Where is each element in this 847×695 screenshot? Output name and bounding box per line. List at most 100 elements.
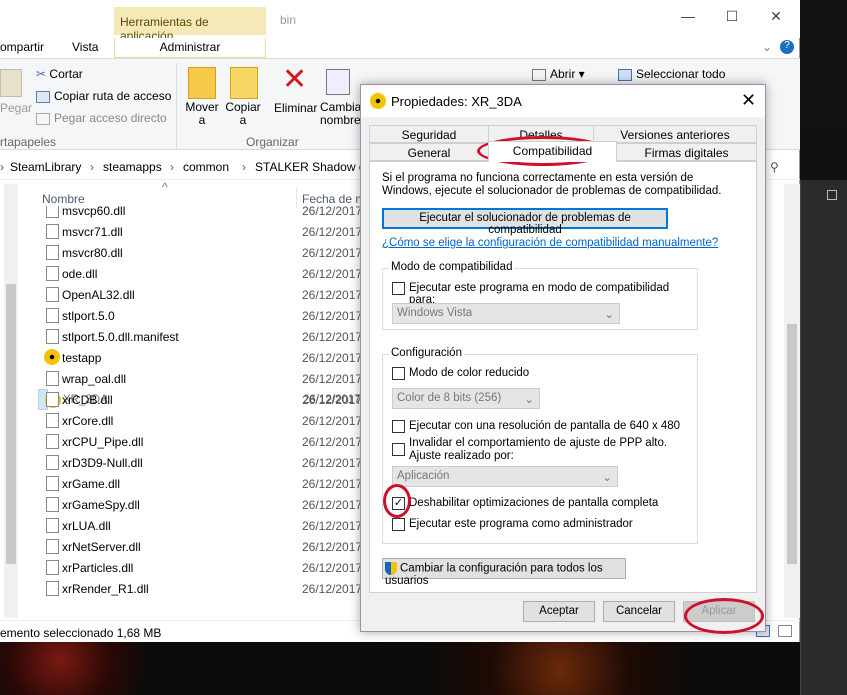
nav-pane-scrollbar[interactable]	[4, 184, 18, 618]
file-row[interactable]: wrap_oal.dll 26/12/2017	[38, 368, 362, 389]
breadcrumb-stalker[interactable]: STALKER Shadow of	[255, 160, 369, 174]
tab-security[interactable]: Seguridad	[369, 125, 489, 143]
file-row[interactable]: msvcp60.dll 26/12/2017	[38, 206, 362, 221]
breadcrumb-steamapps[interactable]: steamapps	[103, 160, 162, 174]
file-icon	[46, 308, 59, 323]
close-icon[interactable]: ✕	[766, 8, 786, 28]
rename-button[interactable]: Cambiar nombre	[320, 101, 365, 127]
file-row[interactable]: xrCPU_Pipe.dll 26/12/2017	[38, 431, 362, 452]
file-row[interactable]: msvcr71.dll 26/12/2017	[38, 221, 362, 242]
change-all-users-button[interactable]: Cambiar la configuración para todos los …	[382, 558, 626, 587]
file-icon	[46, 329, 59, 344]
rename-icon	[326, 69, 350, 95]
paste-button[interactable]: Pegar	[0, 101, 32, 115]
file-row[interactable]: xrParticles.dll 26/12/2017	[38, 557, 362, 578]
file-row[interactable]: xrGame.dll 26/12/2017	[38, 473, 362, 494]
tab-general[interactable]: General	[369, 143, 489, 161]
tab-previous-versions[interactable]: Versiones anteriores	[593, 125, 757, 143]
file-row[interactable]: stlport.5.0 26/12/2017	[38, 305, 362, 326]
file-row[interactable]: xrRender_R1.dll 26/12/2017	[38, 578, 362, 599]
file-name: stlport.5.0	[62, 309, 115, 323]
copy-path-button[interactable]: Copiar ruta de acceso	[36, 89, 171, 103]
breadcrumb-steamlibrary[interactable]: SteamLibrary	[10, 160, 81, 174]
dpi-override-checkbox[interactable]	[392, 443, 405, 456]
close-icon[interactable]: ✕	[741, 90, 756, 111]
compat-mode-select[interactable]: Windows Vista ⌄	[392, 303, 620, 324]
tab-digital-signatures[interactable]: Firmas digitales	[616, 143, 757, 161]
chevron-down-icon[interactable]: ⌄	[762, 40, 772, 54]
select-all-icon	[618, 68, 632, 81]
maximize-icon[interactable]	[827, 190, 837, 200]
reduced-color-checkbox[interactable]	[392, 367, 405, 380]
file-row[interactable]: xrCore.dll 26/12/2017	[38, 410, 362, 431]
cancel-button[interactable]: Cancelar	[603, 601, 675, 622]
file-date: 26/12/2017	[302, 267, 362, 281]
file-date: 26/12/2017	[302, 561, 362, 575]
file-name: xrGameSpy.dll	[62, 498, 140, 512]
column-divider[interactable]	[296, 188, 297, 208]
maximize-icon[interactable]: ☐	[722, 8, 742, 28]
apply-button[interactable]: Aplicar	[683, 601, 755, 622]
file-row[interactable]: xrLUA.dll 26/12/2017	[38, 515, 362, 536]
divider	[176, 63, 177, 149]
res-640-checkbox[interactable]	[392, 420, 405, 433]
delete-button[interactable]: Eliminar	[274, 101, 317, 115]
file-row[interactable]: xrNetServer.dll 26/12/2017	[38, 536, 362, 557]
breadcrumb-common[interactable]: common	[183, 160, 229, 174]
column-date[interactable]: Fecha de m	[302, 192, 365, 206]
scrollbar-thumb[interactable]	[6, 284, 16, 564]
file-row[interactable]: xrCDB.dll 26/12/2017	[38, 389, 362, 410]
file-date: 26/12/2017	[302, 540, 362, 554]
file-icon	[46, 371, 59, 386]
file-row[interactable]: OpenAL32.dll 26/12/2017	[38, 284, 362, 305]
context-tab-app-tools[interactable]: Herramientas de aplicación	[114, 7, 266, 43]
file-list-scrollbar[interactable]	[784, 184, 800, 618]
open-button[interactable]: Abrir ▾	[532, 67, 585, 81]
change-all-users-label: Cambiar la configuración para todos los …	[385, 562, 603, 587]
move-to-button[interactable]: Mover a	[184, 101, 220, 127]
search-icon[interactable]: ⚲	[770, 160, 779, 174]
large-icons-view-icon[interactable]	[778, 625, 792, 637]
color-depth-select[interactable]: Color de 8 bits (256) ⌄	[392, 388, 540, 409]
chevron-down-icon: ⌄	[602, 472, 612, 484]
troubleshooter-button[interactable]: Ejecutar el solucionador de problemas de…	[382, 208, 668, 236]
column-name[interactable]: Nombre	[42, 192, 85, 206]
file-row[interactable]: ode.dll 26/12/2017	[38, 263, 362, 284]
breadcrumb-arrow: ›	[242, 160, 246, 174]
file-name: ode.dll	[62, 267, 98, 281]
shortcut-icon	[36, 112, 50, 125]
compat-mode-checkbox[interactable]	[392, 282, 405, 295]
intro-text: Si el programa no funciona correctamente…	[382, 172, 722, 197]
help-icon[interactable]: ?	[780, 40, 794, 54]
scrollbar-thumb[interactable]	[787, 324, 797, 564]
radiation-icon	[44, 349, 60, 365]
file-row[interactable]: msvcr80.dll 26/12/2017	[38, 242, 362, 263]
delete-icon: ✕	[282, 63, 308, 96]
run-as-admin-checkbox[interactable]	[392, 518, 405, 531]
file-row[interactable]: xrD3D9-Null.dll 26/12/2017	[38, 452, 362, 473]
cut-button[interactable]: ✂ Cortar	[36, 67, 83, 81]
file-name: xrD3D9-Null.dll	[62, 456, 143, 470]
dpi-scaling-select[interactable]: Aplicación ⌄	[392, 466, 618, 487]
select-all-button[interactable]: Seleccionar todo	[618, 67, 725, 81]
tab-compatibility[interactable]: Compatibilidad	[488, 141, 617, 162]
disable-fullscreen-opt-checkbox[interactable]: ✓	[392, 497, 405, 510]
file-row[interactable]: stlport.5.0.dll.manifest 26/12/2017	[38, 326, 362, 347]
file-icon	[46, 434, 59, 449]
select-all-label: Seleccionar todo	[636, 67, 726, 81]
run-as-admin-label: Ejecutar este programa como administrado…	[409, 518, 633, 530]
manual-settings-link[interactable]: ¿Cómo se elige la configuración de compa…	[382, 237, 718, 249]
copy-to-button[interactable]: Copiar a	[224, 101, 262, 127]
file-row[interactable]: testapp 26/12/2017	[38, 347, 362, 368]
sort-up-icon: ^	[162, 180, 168, 194]
minimize-icon[interactable]: —	[678, 8, 698, 28]
ribbon-tabs: ompartir Vista Administrar ⌄ ?	[0, 38, 800, 58]
ok-button[interactable]: Aceptar	[523, 601, 595, 622]
tab-share[interactable]: ompartir	[0, 40, 44, 54]
file-row[interactable]: xrGameSpy.dll 26/12/2017	[38, 494, 362, 515]
tab-manage[interactable]: Administrar	[114, 38, 266, 58]
paste-shortcut-button[interactable]: Pegar acceso directo	[36, 111, 167, 125]
file-icon	[46, 287, 59, 302]
tab-view[interactable]: Vista	[72, 40, 98, 54]
file-list: msvcp60.dll 26/12/2017 msvcr71.dll 26/12/20…	[38, 206, 362, 618]
